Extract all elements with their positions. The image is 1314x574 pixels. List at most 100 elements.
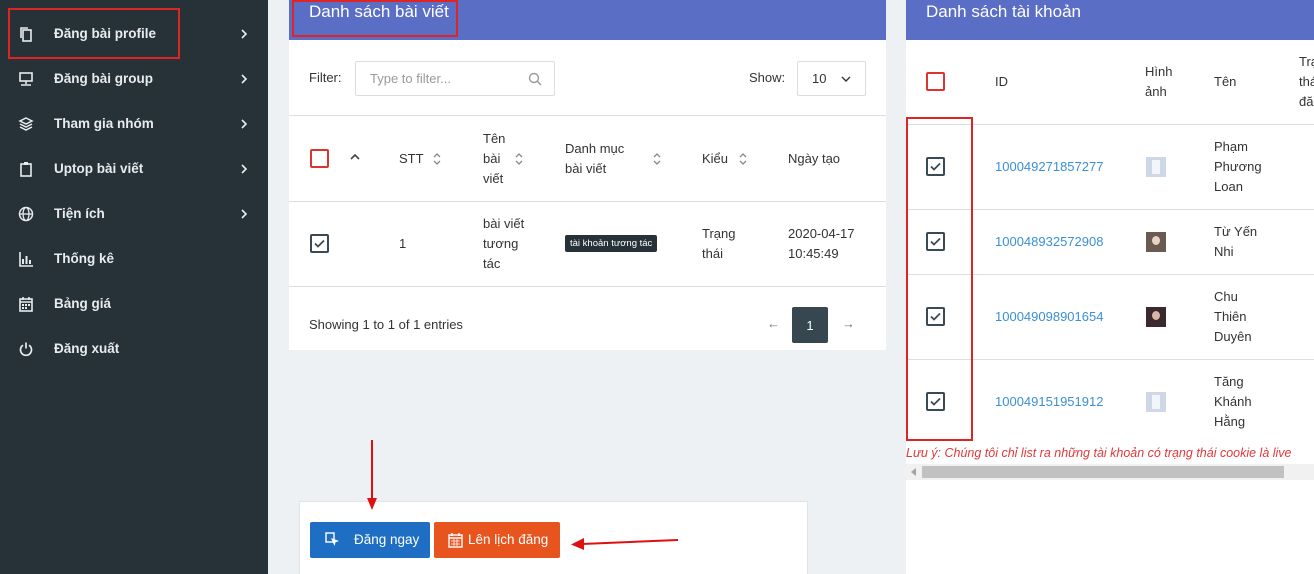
account-id-link[interactable]: 100049271857277 — [995, 159, 1103, 174]
sort-icon[interactable] — [652, 152, 662, 166]
sidebar-item-label: Uptop bài viết — [54, 161, 144, 176]
cell-name: tương — [483, 236, 519, 251]
search-icon — [528, 72, 542, 86]
sidebar-item-dang-xuat[interactable]: Đăng xuất — [0, 326, 268, 371]
scrollbar-thumb[interactable] — [922, 466, 1284, 478]
column-header-status: thá — [1299, 74, 1314, 89]
cursor-icon — [325, 532, 339, 546]
pager-next[interactable]: → — [842, 316, 855, 331]
column-header-image: ảnh — [1145, 84, 1167, 99]
account-name: Từ Yến — [1214, 224, 1258, 239]
avatar — [1146, 232, 1166, 252]
avatar — [1146, 392, 1166, 412]
globe-icon — [18, 206, 34, 222]
account-name: Tăng — [1214, 374, 1244, 389]
account-id-link[interactable]: 100049098901654 — [995, 309, 1103, 324]
sidebar-item-thong-ke[interactable]: Thống kê — [0, 236, 268, 281]
column-header-id: ID — [995, 74, 1008, 89]
entries-info: Showing 1 to 1 of 1 entries — [309, 317, 463, 332]
column-header-status: đă — [1299, 94, 1314, 109]
row-checkbox[interactable] — [310, 234, 329, 253]
annotation-arrow — [367, 440, 377, 510]
account-name: Thiên — [1214, 309, 1247, 324]
monitor-icon — [18, 71, 34, 87]
cell-date: 2020-04-17 — [788, 226, 855, 241]
pager-page-1[interactable]: 1 — [792, 307, 828, 343]
sort-up-icon[interactable] — [350, 153, 360, 161]
sidebar-item-tham-gia-nhom[interactable]: Tham gia nhóm — [0, 101, 268, 146]
horizontal-scrollbar[interactable] — [906, 464, 1314, 480]
sidebar-item-uptop-bai-viet[interactable]: Uptop bài viết — [0, 146, 268, 191]
sidebar-item-label: Tiện ích — [54, 206, 105, 221]
layers-icon — [18, 116, 34, 132]
show-label: Show: — [749, 70, 786, 85]
sidebar-item-label: Bảng giá — [54, 296, 112, 311]
account-name: Phương — [1214, 159, 1262, 174]
filter-input[interactable]: Type to filter... — [355, 61, 555, 96]
cell-date: 10:45:49 — [788, 246, 839, 261]
chevron-right-icon — [241, 163, 248, 174]
scroll-left-icon[interactable] — [910, 468, 918, 476]
chevron-right-icon — [241, 73, 248, 84]
sidebar-item-dang-bai-group[interactable]: Đăng bài group — [0, 56, 268, 101]
account-name: Phạm — [1214, 139, 1248, 154]
select-all-checkbox[interactable] — [310, 149, 329, 168]
accounts-panel-title: Danh sách tài khoản — [926, 2, 1081, 21]
pager-prev[interactable]: ← — [767, 316, 780, 331]
sidebar-item-label: Đăng bài group — [54, 71, 153, 86]
avatar — [1146, 157, 1166, 177]
cell-type: Trạng — [702, 226, 736, 241]
account-id-link[interactable]: 100048932572908 — [995, 234, 1103, 249]
power-icon — [18, 341, 34, 357]
sort-icon[interactable] — [738, 152, 748, 166]
accounts-panel-header: Danh sách tài khoản — [906, 0, 1314, 40]
note-text: Lưu ý: Chúng tôi chỉ list ra những tài k… — [906, 446, 1292, 460]
highlight-box — [8, 8, 180, 59]
calendar-icon — [18, 296, 34, 312]
cell-name: bài viết — [483, 216, 525, 231]
sidebar-item-label: Đăng xuất — [54, 341, 120, 356]
bar-chart-icon — [18, 251, 34, 267]
pager-page-label: 1 — [806, 317, 814, 333]
calendar-icon — [448, 533, 463, 548]
post-now-button[interactable]: Đăng ngay — [310, 522, 430, 558]
annotation-arrow — [571, 538, 679, 550]
posts-panel: Filter: Type to filter... Show: 10 STT T… — [289, 40, 886, 350]
column-header-danh-muc: bài viết — [565, 161, 607, 176]
page-size-value: 10 — [812, 71, 827, 86]
divider — [289, 286, 886, 287]
page-size-select[interactable]: 10 — [797, 61, 866, 96]
post-now-label: Đăng ngay — [354, 532, 420, 547]
sort-icon[interactable] — [514, 152, 524, 166]
account-id-link[interactable]: 100049151951912 — [995, 394, 1103, 409]
filter-label: Filter: — [309, 70, 342, 85]
clipboard-icon — [18, 161, 34, 177]
account-name: Khánh — [1214, 394, 1252, 409]
cell-name: tác — [483, 256, 501, 271]
column-header-ten: viết — [483, 171, 504, 186]
account-name: Hằng — [1214, 414, 1246, 429]
cell-stt: 1 — [399, 236, 407, 251]
category-badge: tài khoản tương tác — [565, 235, 658, 252]
account-name: Nhi — [1214, 244, 1234, 259]
select-all-accounts-checkbox[interactable] — [926, 72, 945, 91]
column-header-ten: Tên — [483, 131, 506, 146]
sidebar-item-label: Tham gia nhóm — [54, 116, 154, 131]
column-header-ten: bài — [483, 151, 501, 166]
sidebar-item-tien-ich[interactable]: Tiện ích — [0, 191, 268, 236]
schedule-button[interactable]: Lên lịch đăng — [434, 522, 560, 558]
account-name: Loan — [1214, 179, 1243, 194]
content-gutter — [268, 0, 289, 574]
column-header-kieu: Kiểu — [702, 151, 729, 166]
sidebar-item-bang-gia[interactable]: Bảng giá — [0, 281, 268, 326]
sidebar: Đăng bài profile Đăng bài group Tham gia… — [0, 0, 268, 574]
column-header-stt: STT — [399, 151, 424, 166]
chevron-right-icon — [241, 28, 248, 39]
schedule-label: Lên lịch đăng — [468, 532, 549, 547]
avatar — [1146, 307, 1166, 327]
highlight-box — [292, 0, 458, 37]
sort-icon[interactable] — [432, 152, 442, 166]
cell-type: thái — [702, 246, 723, 261]
column-header-danh-muc: Danh mục — [565, 141, 625, 156]
column-header-name: Tên — [1214, 74, 1237, 89]
